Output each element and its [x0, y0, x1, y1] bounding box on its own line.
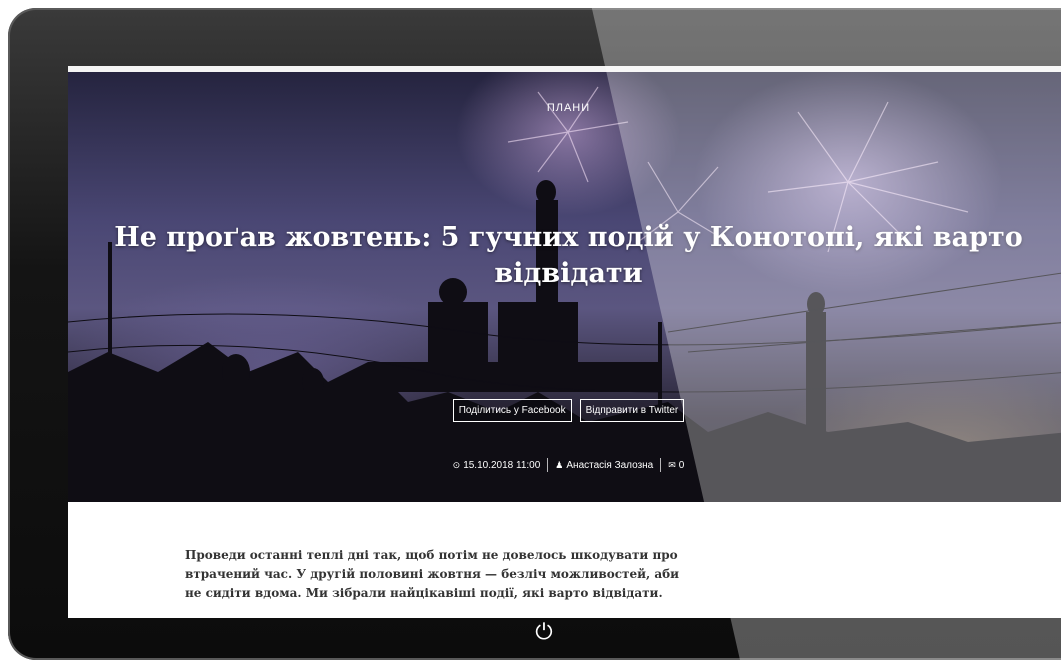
article-meta: ⊙ 15.10.2018 11:00 ♟ Анастасія Залозна ✉… [68, 458, 1061, 472]
article-lead: Проведи останні теплі дні так, щоб потім… [185, 548, 680, 600]
share-twitter-button[interactable]: Відправити в Twitter [579, 399, 685, 422]
screen: плани Не проґав жовтень: 5 гучних подій … [68, 66, 1061, 618]
clock-icon: ⊙ [452, 459, 461, 470]
publish-date: 15.10.2018 11:00 [463, 459, 541, 471]
article-title: Не проґав жовтень: 5 гучних подій у Коно… [114, 222, 1023, 289]
monitor-bezel: плани Не проґав жовтень: 5 гучних подій … [8, 8, 1061, 660]
power-icon[interactable]: ⏻ [532, 620, 556, 644]
comment-count[interactable]: 0 [679, 460, 685, 471]
category-label[interactable]: плани [68, 102, 1061, 114]
author-name[interactable]: Анастасія Залозна [566, 460, 653, 471]
meta-divider [547, 458, 549, 472]
hero-banner: плани Не проґав жовтень: 5 гучних подій … [68, 72, 1061, 502]
user-icon: ♟ [555, 459, 564, 470]
share-buttons: Поділитись у Facebook Відправити в Twitt… [68, 399, 1061, 422]
share-facebook-button[interactable]: Поділитись у Facebook [452, 399, 572, 422]
comment-icon: ✉ [668, 459, 676, 470]
meta-divider [660, 458, 662, 472]
